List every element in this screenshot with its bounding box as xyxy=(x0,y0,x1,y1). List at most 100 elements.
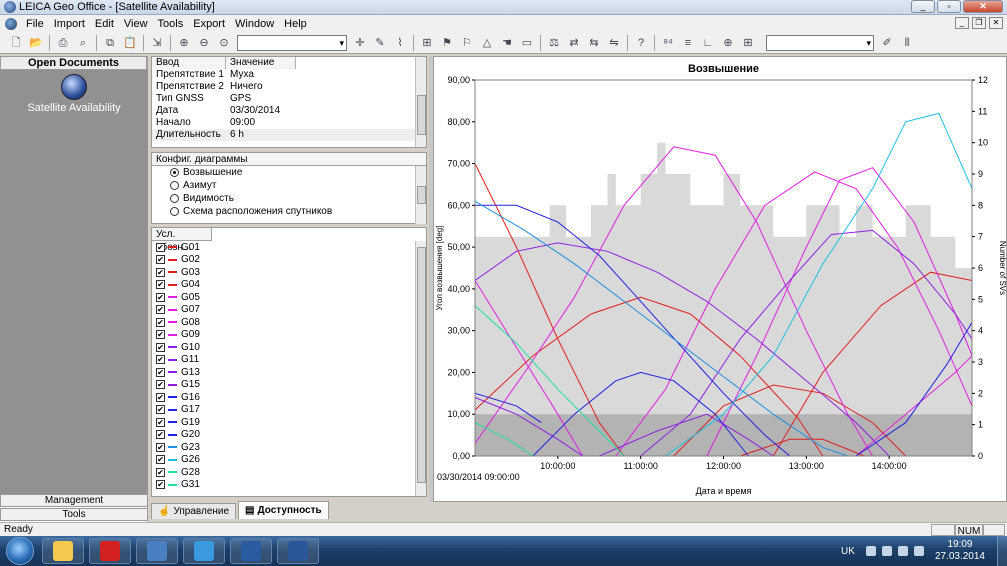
tool-scale-icon[interactable]: ⚖ xyxy=(546,35,562,51)
language-indicator[interactable]: UK xyxy=(841,546,855,557)
tab-availability[interactable]: ▤ Доступность xyxy=(238,501,329,519)
property-row[interactable]: Дата 03/30/2014 xyxy=(152,105,426,117)
print-icon[interactable]: ⎙ xyxy=(55,35,71,51)
chart-type-option[interactable]: Схема расположения спутников xyxy=(152,205,426,218)
menu-view[interactable]: View xyxy=(119,18,153,30)
tool-grid-icon[interactable]: ⊞ xyxy=(419,35,435,51)
checkbox[interactable]: ✔ xyxy=(156,242,165,252)
radio-icon[interactable] xyxy=(170,181,179,190)
toolbar-combo-2[interactable] xyxy=(766,34,874,51)
checkbox[interactable]: ✔ xyxy=(156,317,165,327)
menu-help[interactable]: Help xyxy=(279,18,312,30)
menu-import[interactable]: Import xyxy=(49,18,90,30)
mdi-minimize-button[interactable]: _ xyxy=(955,17,969,29)
menu-tools[interactable]: Tools xyxy=(153,18,189,30)
properties-scrollbar[interactable] xyxy=(415,57,426,147)
tool-arrows1-icon[interactable]: ⇄ xyxy=(566,35,582,51)
tool-flag2-icon[interactable]: ⚐ xyxy=(459,35,475,51)
menu-file[interactable]: File xyxy=(21,18,49,30)
close-button[interactable]: ✕ xyxy=(963,0,1003,13)
menu-edit[interactable]: Edit xyxy=(90,18,119,30)
satellite-availability-doc[interactable]: Satellite Availability xyxy=(8,74,140,114)
tray-arrow-icon[interactable] xyxy=(865,546,876,556)
taskbar-app-globe-button[interactable] xyxy=(136,538,178,564)
property-row[interactable]: Начало 09:00 xyxy=(152,117,426,129)
property-row[interactable]: Препятствие 2 Ничего xyxy=(152,81,426,93)
checkbox[interactable]: ✔ xyxy=(156,330,165,340)
checkbox[interactable]: ✔ xyxy=(156,455,165,465)
tool-84-icon[interactable]: ⁸⁴ xyxy=(660,35,676,51)
checkbox[interactable]: ✔ xyxy=(156,280,165,290)
menu-export[interactable]: Export xyxy=(188,18,230,30)
radio-icon[interactable] xyxy=(170,207,179,216)
copy-icon[interactable]: ⧉ xyxy=(102,35,118,51)
checkbox[interactable]: ✔ xyxy=(156,430,165,440)
checkbox[interactable]: ✔ xyxy=(156,405,165,415)
mdi-restore-button[interactable]: ❐ xyxy=(972,17,986,29)
show-desktop-button[interactable] xyxy=(997,536,1007,566)
zoom-out-icon[interactable]: ⊖ xyxy=(196,35,212,51)
checkbox[interactable]: ✔ xyxy=(156,380,165,390)
start-button[interactable] xyxy=(6,537,34,565)
checkbox[interactable]: ✔ xyxy=(156,305,165,315)
radio-icon[interactable] xyxy=(170,168,179,177)
import-icon[interactable]: ⇲ xyxy=(149,35,165,51)
tool-columns-icon[interactable]: ⫴ xyxy=(899,35,915,51)
config-scrollbar[interactable] xyxy=(415,166,426,224)
checkbox[interactable]: ✔ xyxy=(156,417,165,427)
checkbox[interactable]: ✔ xyxy=(156,292,165,302)
tray-volume-icon[interactable] xyxy=(913,546,924,556)
tool-pen-icon[interactable]: ✎ xyxy=(372,35,388,51)
management-button[interactable]: Management xyxy=(0,494,148,507)
property-row[interactable]: Длительность 6 h xyxy=(152,129,426,141)
zoom-in-icon[interactable]: ⊕ xyxy=(176,35,192,51)
tool-flag-icon[interactable]: ⚑ xyxy=(439,35,455,51)
tools-button[interactable]: Tools xyxy=(0,508,148,521)
taskbar-ie-button[interactable] xyxy=(183,538,225,564)
tab-management[interactable]: ☝ Управление xyxy=(151,503,237,519)
tool-triangle-icon[interactable]: △ xyxy=(479,35,495,51)
clock[interactable]: 19:09 27.03.2014 xyxy=(935,539,985,563)
tool-arrows3-icon[interactable]: ⇋ xyxy=(606,35,622,51)
tray-flag-icon[interactable] xyxy=(897,546,908,556)
taskbar-explorer-button[interactable] xyxy=(42,538,84,564)
toolbar-combo-1[interactable] xyxy=(237,34,347,51)
tool-table-icon[interactable]: ⊞ xyxy=(740,35,756,51)
paste-icon[interactable]: 📋 xyxy=(122,35,138,51)
legend-scrollbar[interactable] xyxy=(415,241,426,496)
property-row[interactable]: Препятствие 1 Муха xyxy=(152,69,426,81)
zoom-fit-icon[interactable]: ⊙ xyxy=(216,35,232,51)
maximize-button[interactable]: ▫ xyxy=(937,0,961,13)
tool-stack-icon[interactable]: ≡ xyxy=(680,35,696,51)
taskbar-word-button[interactable] xyxy=(277,538,319,564)
chart-type-option[interactable]: Азимут xyxy=(152,179,426,192)
tool-arrows2-icon[interactable]: ⇆ xyxy=(586,35,602,51)
checkbox[interactable]: ✔ xyxy=(156,467,165,477)
checkbox[interactable]: ✔ xyxy=(156,480,165,490)
tool-rect-icon[interactable]: ▭ xyxy=(519,35,535,51)
open-documents-header[interactable]: Open Documents xyxy=(0,56,147,70)
taskbar-opera-button[interactable] xyxy=(89,538,131,564)
tool-brush-icon[interactable]: ⌇ xyxy=(392,35,408,51)
menu-window[interactable]: Window xyxy=(230,18,279,30)
checkbox[interactable]: ✔ xyxy=(156,367,165,377)
checkbox[interactable]: ✔ xyxy=(156,392,165,402)
taskbar-leica-button[interactable] xyxy=(230,538,272,564)
open-icon[interactable]: 📂 xyxy=(28,35,44,51)
tool-angle-icon[interactable]: ∟ xyxy=(700,35,716,51)
checkbox[interactable]: ✔ xyxy=(156,267,165,277)
property-row[interactable]: Тип GNSS GPS xyxy=(152,93,426,105)
checkbox[interactable]: ✔ xyxy=(156,442,165,452)
tray-network-icon[interactable] xyxy=(881,546,892,556)
new-icon[interactable]: 🗋 xyxy=(8,35,24,51)
checkbox[interactable]: ✔ xyxy=(156,342,165,352)
checkbox[interactable]: ✔ xyxy=(156,355,165,365)
checkbox[interactable]: ✔ xyxy=(156,255,165,265)
minimize-button[interactable]: _ xyxy=(911,0,935,13)
mdi-close-button[interactable]: ✕ xyxy=(989,17,1003,29)
chart-type-option[interactable]: Возвышение xyxy=(152,166,426,179)
print-preview-icon[interactable]: ⌕ xyxy=(75,35,91,51)
tool-hand-icon[interactable]: ☚ xyxy=(499,35,515,51)
tool-crosshair-icon[interactable]: ✛ xyxy=(352,35,368,51)
help-cursor-icon[interactable]: ? xyxy=(633,35,649,51)
